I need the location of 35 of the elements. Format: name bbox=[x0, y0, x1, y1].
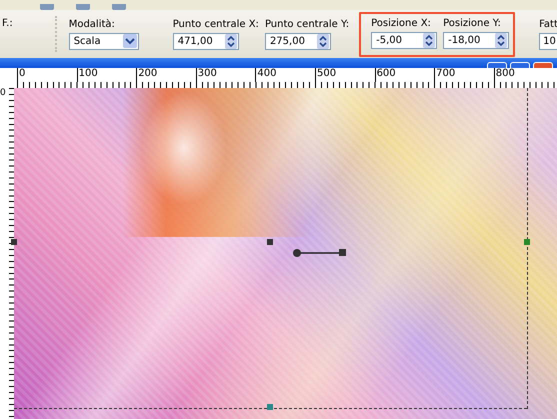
ruler-label: 400 bbox=[255, 68, 315, 82]
field-label: Posizione Y: bbox=[443, 18, 502, 28]
ruler-label: 700 bbox=[434, 68, 494, 82]
spinner-icon[interactable] bbox=[423, 32, 436, 48]
chevron-down-icon[interactable] bbox=[122, 34, 137, 48]
close-button[interactable] bbox=[533, 62, 553, 68]
field-label: Posizione X: bbox=[371, 18, 432, 28]
maximize-button[interactable] bbox=[510, 62, 530, 68]
transform-handle[interactable] bbox=[267, 239, 273, 245]
ruler-label: 600 bbox=[374, 68, 434, 82]
spinner-icon[interactable] bbox=[316, 34, 329, 48]
ruler-label: 800 bbox=[494, 68, 554, 82]
number-field[interactable]: -18,00 bbox=[443, 32, 510, 48]
number-field[interactable]: 10 bbox=[539, 32, 557, 50]
field-label: Punto centrale X: bbox=[172, 18, 259, 30]
ruler-label: 200 bbox=[136, 68, 196, 82]
transform-handle[interactable] bbox=[524, 239, 530, 245]
ruler-label: 0 bbox=[17, 68, 77, 82]
spinner-icon[interactable] bbox=[495, 32, 508, 48]
number-field[interactable]: 471,00 bbox=[172, 32, 239, 50]
ruler-label: 100 bbox=[76, 68, 136, 82]
ruler-label: 300 bbox=[196, 68, 256, 82]
field-label: Punto centrale Y: bbox=[264, 18, 350, 30]
transform-handle[interactable] bbox=[11, 239, 17, 245]
rotation-pivot-icon[interactable] bbox=[291, 247, 349, 259]
spinner-icon[interactable] bbox=[224, 34, 237, 48]
transform-handle[interactable] bbox=[267, 404, 273, 410]
minimize-button[interactable] bbox=[487, 62, 507, 68]
mode-label: Modalità: bbox=[68, 18, 116, 30]
mode-dropdown[interactable]: Scala bbox=[68, 32, 139, 50]
ruler-label: 0 bbox=[0, 88, 7, 98]
number-field[interactable]: 275,00 bbox=[264, 32, 331, 50]
field-label: F.: bbox=[2, 18, 13, 29]
number-field[interactable]: -5,00 bbox=[371, 32, 438, 48]
ruler-label: 500 bbox=[314, 68, 375, 82]
